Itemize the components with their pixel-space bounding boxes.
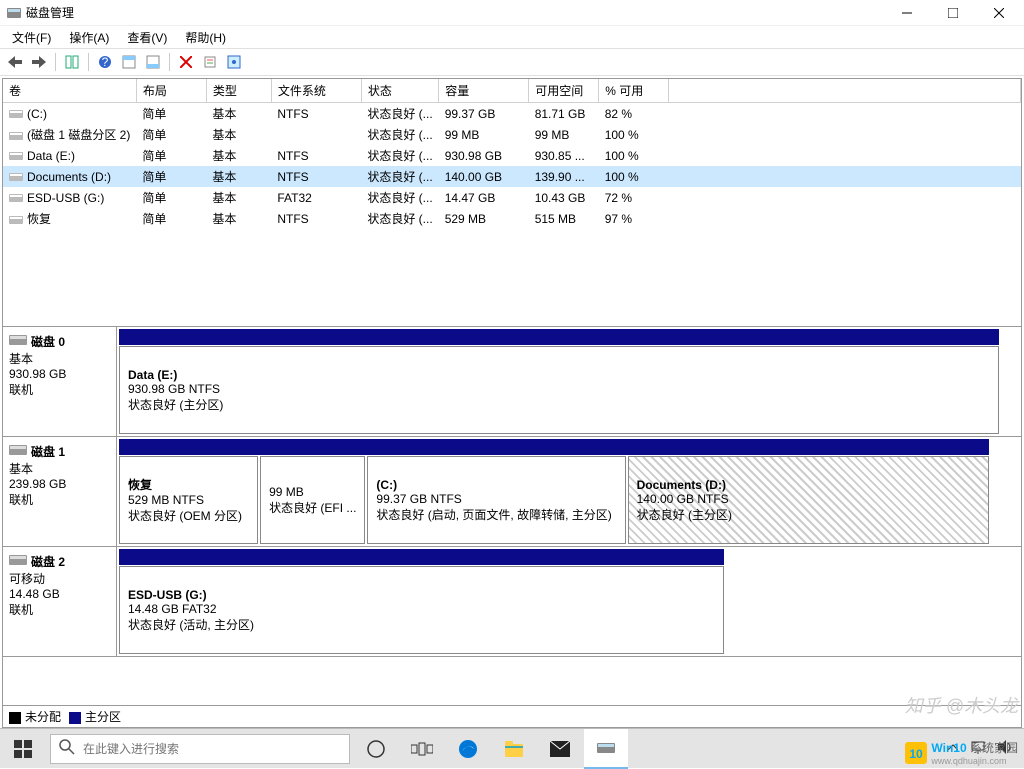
disk-row[interactable]: 磁盘 0基本930.98 GB联机Data (E:)930.98 GB NTFS… bbox=[3, 327, 1021, 437]
show-hide-tree-button[interactable] bbox=[61, 51, 83, 73]
column-header[interactable]: 容量 bbox=[439, 79, 529, 103]
partition[interactable]: 恢复529 MB NTFS状态良好 (OEM 分区) bbox=[119, 456, 258, 544]
search-icon bbox=[59, 739, 75, 758]
start-button[interactable] bbox=[0, 729, 46, 769]
volume-list[interactable]: 卷布局类型文件系统状态容量可用空间% 可用 (C:)简单基本NTFS状态良好 (… bbox=[2, 78, 1022, 326]
menu-file[interactable]: 文件(F) bbox=[4, 27, 59, 48]
partition[interactable]: ESD-USB (G:)14.48 GB FAT32状态良好 (活动, 主分区) bbox=[119, 566, 724, 654]
column-header[interactable]: 卷 bbox=[3, 79, 136, 103]
toolbar: ? bbox=[0, 48, 1024, 76]
close-button[interactable] bbox=[976, 0, 1022, 26]
app-icon bbox=[6, 5, 22, 21]
disk-info: 磁盘 2可移动14.48 GB联机 bbox=[3, 547, 117, 656]
watermark: 知乎 @木头龙 bbox=[905, 692, 1018, 718]
search-box[interactable] bbox=[50, 734, 350, 764]
column-header[interactable]: 布局 bbox=[136, 79, 206, 103]
disk-row[interactable]: 磁盘 1基本239.98 GB联机恢复529 MB NTFS状态良好 (OEM … bbox=[3, 437, 1021, 547]
search-input[interactable] bbox=[83, 742, 341, 756]
explorer-icon[interactable] bbox=[492, 729, 536, 769]
cortana-icon[interactable] bbox=[354, 729, 398, 769]
menu-action[interactable]: 操作(A) bbox=[61, 27, 117, 48]
partition[interactable]: (C:)99.37 GB NTFS状态良好 (启动, 页面文件, 故障转储, 主… bbox=[367, 456, 625, 544]
table-row[interactable]: 恢复简单基本NTFS状态良好 (...529 MB515 MB97 % bbox=[3, 208, 1021, 229]
svg-text:10: 10 bbox=[910, 747, 924, 761]
legend-primary-label: 主分区 bbox=[85, 710, 121, 724]
table-row[interactable]: (磁盘 1 磁盘分区 2)简单基本状态良好 (...99 MB99 MB100 … bbox=[3, 124, 1021, 145]
legend-primary-icon bbox=[69, 712, 81, 724]
disk-mgmt-taskbar-icon[interactable] bbox=[584, 729, 628, 769]
column-header[interactable]: % 可用 bbox=[599, 79, 669, 103]
menu-view[interactable]: 查看(V) bbox=[119, 27, 175, 48]
table-row[interactable]: Documents (D:)简单基本NTFS状态良好 (...140.00 GB… bbox=[3, 166, 1021, 187]
brand-logo: 10 Win10 系统家园 www.qdhuajin.com bbox=[905, 739, 1018, 766]
task-view-icon[interactable] bbox=[400, 729, 444, 769]
svg-text:?: ? bbox=[102, 55, 109, 69]
column-header[interactable]: 可用空间 bbox=[529, 79, 599, 103]
window-title: 磁盘管理 bbox=[26, 4, 74, 21]
disk-row[interactable]: 磁盘 2可移动14.48 GB联机ESD-USB (G:)14.48 GB FA… bbox=[3, 547, 1021, 657]
legend-unallocated-label: 未分配 bbox=[25, 710, 61, 724]
mail-icon[interactable] bbox=[538, 729, 582, 769]
edge-icon[interactable] bbox=[446, 729, 490, 769]
legend: 未分配 主分区 bbox=[2, 706, 1022, 728]
partition[interactable]: 99 MB状态良好 (EFI ... bbox=[260, 456, 365, 544]
table-row[interactable]: ESD-USB (G:)简单基本FAT32状态良好 (...14.47 GB10… bbox=[3, 187, 1021, 208]
volume-table: 卷布局类型文件系统状态容量可用空间% 可用 (C:)简单基本NTFS状态良好 (… bbox=[3, 79, 1021, 229]
taskbar: 10 Win10 系统家园 www.qdhuajin.com bbox=[0, 728, 1024, 768]
properties-button[interactable] bbox=[199, 51, 221, 73]
table-row[interactable]: Data (E:)简单基本NTFS状态良好 (...930.98 GB930.8… bbox=[3, 145, 1021, 166]
disk-info: 磁盘 1基本239.98 GB联机 bbox=[3, 437, 117, 546]
column-header[interactable]: 文件系统 bbox=[271, 79, 361, 103]
menu-help[interactable]: 帮助(H) bbox=[177, 27, 234, 48]
titlebar: 磁盘管理 bbox=[0, 0, 1024, 26]
view-bottom-button[interactable] bbox=[142, 51, 164, 73]
partition[interactable]: Data (E:)930.98 GB NTFS状态良好 (主分区) bbox=[119, 346, 999, 434]
back-button[interactable] bbox=[4, 51, 26, 73]
forward-button[interactable] bbox=[28, 51, 50, 73]
partition[interactable]: Documents (D:)140.00 GB NTFS状态良好 (主分区) bbox=[628, 456, 989, 544]
delete-icon[interactable] bbox=[175, 51, 197, 73]
disk-info: 磁盘 0基本930.98 GB联机 bbox=[3, 327, 117, 436]
minimize-button[interactable] bbox=[884, 0, 930, 26]
column-header[interactable]: 类型 bbox=[206, 79, 271, 103]
settings-button[interactable] bbox=[223, 51, 245, 73]
legend-unallocated-icon bbox=[9, 712, 21, 724]
help-button[interactable]: ? bbox=[94, 51, 116, 73]
menubar: 文件(F) 操作(A) 查看(V) 帮助(H) bbox=[0, 26, 1024, 48]
disk-graphical-view[interactable]: 磁盘 0基本930.98 GB联机Data (E:)930.98 GB NTFS… bbox=[2, 326, 1022, 706]
maximize-button[interactable] bbox=[930, 0, 976, 26]
column-header[interactable]: 状态 bbox=[361, 79, 438, 103]
table-row[interactable]: (C:)简单基本NTFS状态良好 (...99.37 GB81.71 GB82 … bbox=[3, 103, 1021, 125]
view-top-button[interactable] bbox=[118, 51, 140, 73]
